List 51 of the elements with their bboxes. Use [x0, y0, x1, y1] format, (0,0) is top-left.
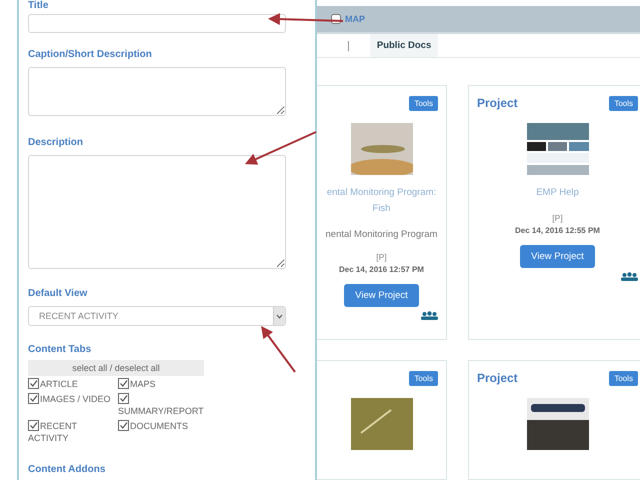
- tools-button[interactable]: Tools: [609, 96, 638, 110]
- content-tab-option[interactable]: DOCUMENTS: [118, 420, 210, 444]
- field-label: Title: [28, 0, 50, 12]
- checkbox[interactable]: [118, 420, 129, 431]
- card-title: Project: [477, 371, 518, 385]
- checkbox[interactable]: [28, 420, 39, 431]
- content-tab-option[interactable]: MAPS: [118, 378, 210, 390]
- tools-button[interactable]: Tools: [609, 370, 638, 386]
- checkbox[interactable]: [331, 14, 341, 24]
- fish-photo: [350, 123, 412, 175]
- tools-button[interactable]: Tools: [409, 96, 438, 110]
- card-title: Project: [477, 96, 518, 110]
- annotation-arrow: [244, 131, 316, 165]
- project-description: nental Monitoring Program: [326, 229, 438, 240]
- content-tab-option[interactable]: ARTICLE: [28, 378, 118, 390]
- project-date: Dec 14, 2016 12:55 PM: [515, 226, 600, 235]
- field-label: Caption/Short Description: [28, 49, 153, 61]
- checkbox[interactable]: [28, 393, 39, 404]
- people-icon: [621, 272, 638, 281]
- view-project-button[interactable]: View Project: [344, 284, 419, 307]
- access-label: [P]: [552, 213, 563, 223]
- map-label: MAP: [345, 14, 365, 24]
- tools-button[interactable]: Tools: [409, 370, 438, 386]
- field-label: Content Addons: [28, 464, 106, 476]
- default-view-select[interactable]: RECENT ACTIVITY: [28, 306, 286, 326]
- view-project-button[interactable]: View Project: [520, 245, 595, 268]
- description-field[interactable]: [28, 155, 286, 269]
- caption-field[interactable]: [28, 67, 286, 116]
- content-tab-option[interactable]: SUMMARY/REPORT: [118, 393, 210, 417]
- content-tab-option[interactable]: RECENT ACTIVITY: [28, 420, 118, 444]
- field-label: Description: [28, 137, 84, 149]
- access-label: [P]: [376, 252, 387, 262]
- project-link[interactable]: EMP Help: [536, 185, 579, 201]
- content-tab-option[interactable]: IMAGES / VIDEO: [28, 393, 118, 417]
- checkbox[interactable]: [28, 378, 39, 389]
- checkbox[interactable]: [118, 393, 129, 404]
- title-field[interactable]: [28, 14, 286, 33]
- project-date: Dec 14, 2016 12:57 PM: [339, 265, 424, 274]
- field-label: Default View: [28, 288, 88, 300]
- tab-separator: |: [347, 40, 350, 52]
- field-label: Content Tabs: [28, 344, 92, 356]
- screenshot-thumbnail: [526, 123, 588, 175]
- project-link[interactable]: ental Monitoring Program: Fish: [326, 185, 436, 217]
- device-photo: [526, 398, 588, 450]
- tab[interactable]: Public Docs: [370, 34, 438, 57]
- people-icon: [421, 311, 438, 320]
- select-all-button[interactable]: select all / deselect all: [28, 360, 204, 376]
- underwater-photo: [350, 398, 412, 450]
- chevron-down-icon: [276, 314, 283, 318]
- checkbox[interactable]: [118, 378, 129, 389]
- annotation-arrow: [261, 326, 296, 373]
